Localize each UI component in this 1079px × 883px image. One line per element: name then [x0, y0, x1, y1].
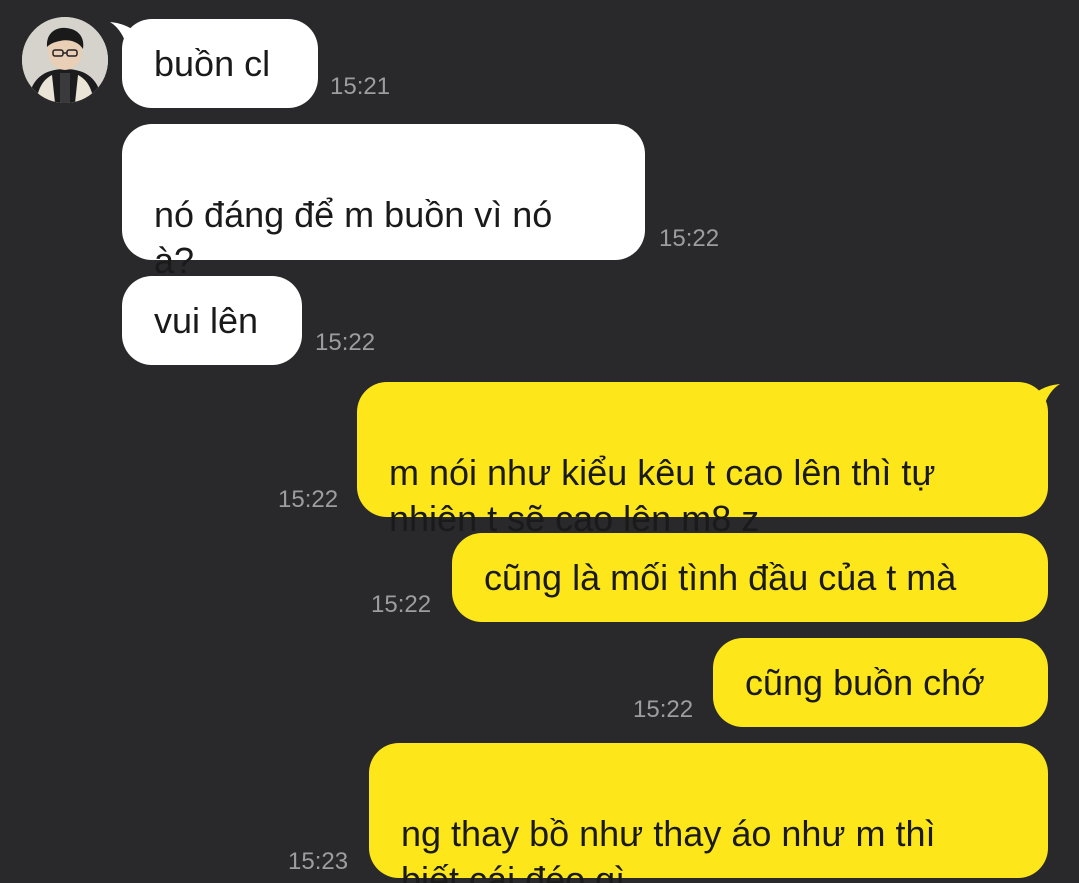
incoming-message-bubble[interactable]: buồn cl	[122, 19, 318, 108]
incoming-message-bubble[interactable]: vui lên	[122, 276, 302, 365]
message-text: buồn cl	[154, 43, 271, 84]
message-text: cũng là mối tình đầu của t mà	[484, 557, 957, 598]
message-text: nó đáng để m buồn vì nó à?	[154, 194, 553, 281]
message-text: cũng buồn chớ	[745, 662, 985, 703]
message-text: vui lên	[154, 300, 259, 341]
outgoing-message-bubble[interactable]: m nói như kiểu kêu t cao lên thì tự nhiê…	[357, 382, 1048, 539]
message-timestamp: 15:22	[315, 329, 376, 356]
message-timestamp: 15:22	[633, 696, 694, 723]
user-avatar-photo-icon	[22, 17, 108, 103]
outgoing-message-bubble[interactable]: cũng là mối tình đầu của t mà	[452, 533, 1048, 622]
message-timestamp: 15:22	[659, 225, 720, 252]
message-text: ng thay bồ như thay áo như m thì biết cá…	[401, 813, 936, 883]
message-timestamp: 15:21	[330, 73, 391, 100]
message-timestamp: 15:22	[278, 486, 339, 513]
message-timestamp: 15:22	[371, 591, 432, 618]
message-timestamp: 15:23	[288, 848, 349, 875]
incoming-message-bubble[interactable]: nó đáng để m buồn vì nó à?	[122, 124, 645, 281]
sender-avatar[interactable]	[22, 17, 108, 103]
outgoing-message-bubble[interactable]: cũng buồn chớ	[713, 638, 1048, 727]
message-text: m nói như kiểu kêu t cao lên thì tự nhiê…	[389, 452, 936, 539]
chat-conversation: buồn cl 15:21 nó đáng để m buồn vì nó à?…	[0, 0, 1079, 883]
outgoing-message-bubble[interactable]: ng thay bồ như thay áo như m thì biết cá…	[369, 743, 1048, 883]
